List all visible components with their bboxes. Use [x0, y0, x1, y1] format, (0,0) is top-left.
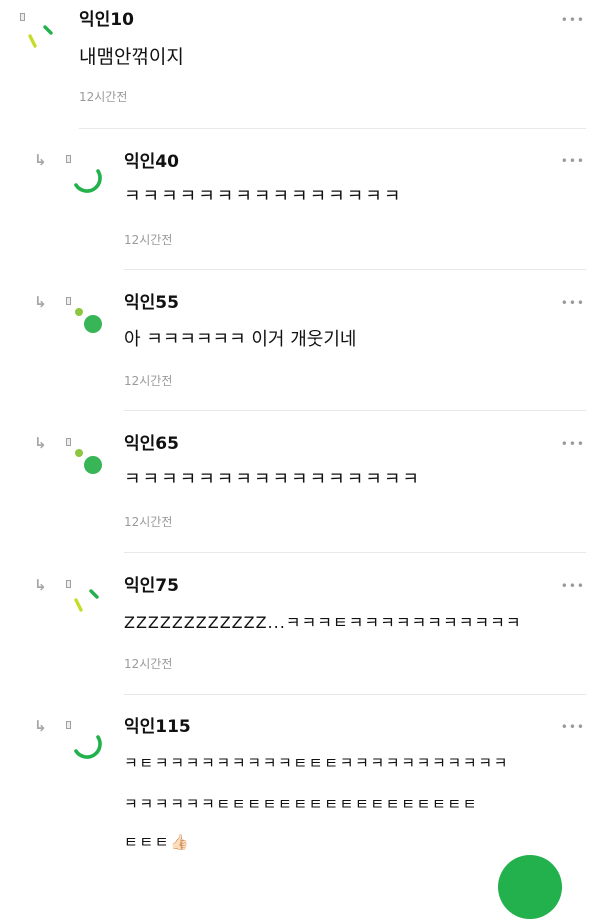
comment-author[interactable]: 익인55	[124, 293, 179, 313]
divider	[79, 128, 586, 129]
more-options-icon[interactable]: •••	[561, 721, 585, 733]
comment-text: ㅋㅋㅋㅋㅋㅋㅋㅋㅋㅋㅋㅋㅋㅋㅋ	[124, 186, 403, 207]
reply-arrow-icon: ↳	[34, 717, 47, 735]
comment-timestamp: 12시간전	[79, 90, 128, 104]
comment-text-line: ㅌㅌㅌ👍🏻	[124, 833, 191, 851]
comment-author[interactable]: 익인40	[124, 152, 179, 172]
reply-arrow-icon: ↳	[34, 576, 47, 594]
comment-timestamp: 12시간전	[124, 515, 173, 529]
comment-text: ㅋㅋㅋㅋㅋㅋㅋㅋㅋㅋㅋㅋㅋㅋㅋㅋ	[124, 469, 421, 490]
dot-circle-avatar[interactable]	[70, 446, 104, 480]
reply-arrow-icon: ↳	[34, 293, 47, 311]
comment-timestamp: 12시간전	[124, 374, 173, 388]
reply-arrow-icon: ↳	[34, 434, 47, 452]
tick-lines-avatar[interactable]	[70, 586, 104, 620]
comment-text: 아 ㅋㅋㅋㅋㅋㅋ 이거 개웃기네	[124, 329, 357, 350]
divider	[124, 694, 586, 695]
green-arc-avatar[interactable]	[70, 161, 104, 195]
dot-circle-avatar[interactable]	[70, 305, 104, 339]
divider	[124, 269, 586, 270]
divider	[124, 552, 586, 553]
green-arc-avatar[interactable]	[70, 727, 104, 761]
collapse-marker-icon[interactable]	[66, 438, 71, 446]
comment-author[interactable]: 익인75	[124, 576, 179, 596]
more-options-icon[interactable]: •••	[561, 438, 585, 450]
comment-author[interactable]: 익인10	[79, 10, 134, 30]
collapse-marker-icon[interactable]	[20, 13, 25, 21]
comment-text-line: ㅋㅋㅋㅋㅋㅋㅌㅌㅌㅌㅌㅌㅌㅌㅌㅌㅌㅌㅌㅌㅌㅌㅌ	[124, 795, 479, 813]
comment-text-line: ㅋㅌㅋㅋㅋㅋㅋㅋㅋㅋㅋㅌㅌㅌㅋㅋㅋㅋㅋㅋㅋㅋㅋㅋㅋ	[124, 754, 510, 772]
comment-timestamp: 12시간전	[124, 233, 173, 247]
tick-lines-avatar[interactable]	[24, 22, 58, 56]
comment-author[interactable]: 익인115	[124, 717, 191, 737]
more-options-icon[interactable]: •••	[561, 580, 585, 592]
floating-action-button[interactable]	[498, 855, 562, 919]
more-options-icon[interactable]: •••	[561, 155, 585, 167]
comment-text: ZZZZZZZZZZZZ...ㅋㅋㅋㅌㅋㅋㅋㅋㅋㅋㅋㅋㅋㅋㅋ	[124, 613, 522, 632]
comment-timestamp: 12시간전	[124, 657, 173, 671]
more-options-icon[interactable]: •••	[561, 297, 585, 309]
reply-arrow-icon: ↳	[34, 151, 47, 169]
divider	[124, 410, 586, 411]
more-options-icon[interactable]: •••	[561, 14, 585, 26]
comment-author[interactable]: 익인65	[124, 434, 179, 454]
collapse-marker-icon[interactable]	[66, 297, 71, 305]
comment-text: 내맴안꺾이지	[79, 46, 184, 68]
